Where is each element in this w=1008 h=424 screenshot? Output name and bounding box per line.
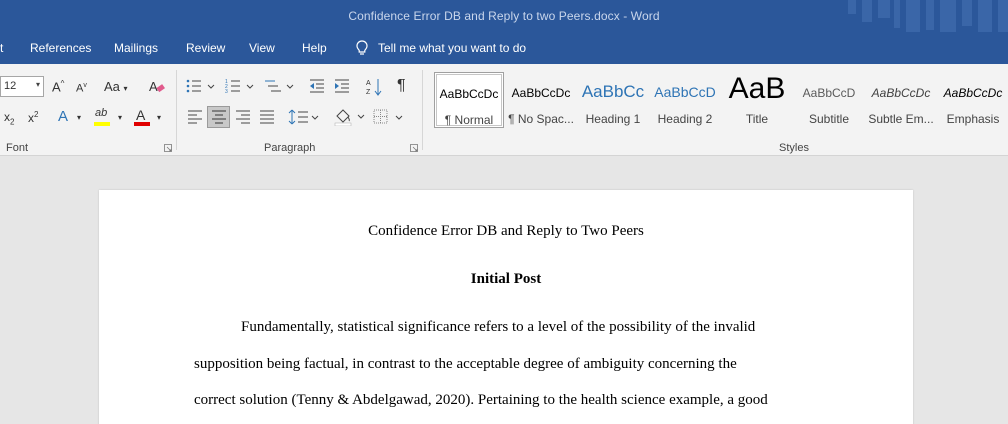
align-right-icon[interactable] (235, 110, 251, 124)
ribbon: 12 ▾ A^ Av Aa ▾ A x2 x2 A ▾ ab ▾ A ▾ Fon… (0, 64, 1008, 156)
shrink-font-icon[interactable]: Av (76, 82, 87, 95)
show-formatting-icon[interactable]: ¶ (397, 78, 406, 94)
style-subtitle[interactable]: AaBbCcD Subtitle (794, 72, 864, 128)
clear-formatting-icon[interactable]: A (148, 78, 166, 96)
shading-icon[interactable] (334, 108, 366, 126)
font-group-label: Font (6, 142, 29, 154)
change-case-icon[interactable]: Aa ▾ (104, 80, 128, 93)
document-page[interactable]: Confidence Error DB and Reply to Two Pee… (99, 190, 913, 424)
style-no-spacing[interactable]: AaBbCcDc ¶ No Spac... (506, 72, 576, 128)
style-name: ¶ No Spac... (508, 112, 574, 126)
svg-text:Z: Z (366, 89, 371, 96)
tab-references[interactable]: References (30, 41, 91, 55)
style-name: Subtitle (808, 112, 850, 126)
tab-help[interactable]: Help (302, 41, 327, 55)
align-center-button[interactable] (207, 106, 230, 128)
tell-me-box[interactable]: Tell me what you want to do (356, 40, 526, 56)
chevron-down-icon: ▾ (35, 80, 40, 89)
font-color-icon[interactable]: A (136, 108, 145, 122)
font-color-swatch (134, 122, 150, 126)
paragraph-line: supposition being factual, in contrast t… (194, 356, 737, 372)
style-sample: AaB (728, 72, 786, 105)
style-name: Title (745, 112, 769, 126)
style-subtle-emphasis[interactable]: AaBbCcDc Subtle Em... (866, 72, 936, 128)
tab-mailings[interactable]: Mailings (114, 41, 158, 55)
style-name: Subtle Em... (868, 112, 934, 126)
multilevel-list-icon[interactable] (263, 78, 295, 94)
paragraph-line: correct solution (Tenny & Abdelgawad, 20… (194, 392, 768, 408)
chevron-down-icon[interactable]: ▾ (157, 114, 161, 122)
font-size-box[interactable]: 12 ▾ (0, 76, 44, 97)
tab-review[interactable]: Review (186, 41, 225, 55)
styles-gallery: AaBbCcDc ¶ Normal AaBbCcDc ¶ No Spac... … (432, 70, 1008, 130)
align-left-icon[interactable] (187, 110, 203, 124)
document-heading: Initial Post (470, 271, 542, 287)
style-heading-2[interactable]: AaBbCcD Heading 2 (650, 72, 720, 128)
style-name: ¶ Normal (444, 113, 494, 127)
title-bar-decoration (848, 0, 1008, 36)
style-sample: AaBbCc (581, 82, 645, 101)
lightbulb-icon (356, 40, 368, 55)
style-sample: AaBbCcDc (511, 86, 571, 100)
sort-icon[interactable]: AZ (366, 78, 382, 96)
style-sample: AaBbCcD (654, 84, 716, 100)
line-spacing-icon[interactable] (288, 109, 320, 125)
superscript-icon[interactable]: x2 (28, 111, 38, 125)
svg-text:A: A (149, 79, 158, 94)
style-sample: AaBbCcDc (871, 86, 931, 100)
tell-me-label: Tell me what you want to do (378, 41, 527, 55)
dialog-launcher-icon[interactable] (410, 144, 418, 152)
grow-font-icon[interactable]: A^ (52, 80, 64, 94)
style-title[interactable]: AaB Title (722, 72, 792, 128)
ribbon-tabs: t References Mailings Review View Help T… (0, 32, 1008, 64)
text-effects-icon[interactable]: A (58, 109, 68, 124)
styles-group-label: Styles (779, 142, 809, 154)
group-separator (176, 70, 177, 150)
decrease-indent-icon[interactable] (309, 78, 325, 94)
group-separator (422, 70, 423, 150)
chevron-down-icon[interactable]: ▾ (118, 114, 122, 122)
subscript-icon[interactable]: x2 (4, 111, 14, 126)
style-heading-1[interactable]: AaBbCc Heading 1 (578, 72, 648, 128)
highlight-color-swatch (94, 122, 110, 126)
svg-text:A: A (366, 80, 371, 87)
title-bar: Confidence Error DB and Reply to two Pee… (0, 0, 1008, 36)
style-name: Emphasis (946, 112, 1000, 126)
highlight-icon[interactable]: ab (95, 108, 107, 119)
style-sample: AaBbCcDc (439, 87, 499, 101)
style-normal[interactable]: AaBbCcDc ¶ Normal (434, 72, 504, 128)
document-title: Confidence Error DB and Reply to Two Pee… (368, 223, 644, 239)
justify-icon[interactable] (259, 110, 275, 124)
numbering-icon[interactable]: 123 (225, 78, 255, 94)
tab-layout[interactable]: t (0, 41, 3, 55)
style-sample: AaBbCcDc (943, 86, 1003, 100)
style-name: Heading 1 (585, 112, 641, 126)
tab-view[interactable]: View (249, 41, 275, 55)
style-emphasis[interactable]: AaBbCcDc Emphasis (938, 72, 1008, 128)
borders-icon[interactable] (373, 109, 405, 125)
style-sample: AaBbCcD (802, 86, 856, 100)
paragraph-group-label: Paragraph (264, 142, 316, 154)
increase-indent-icon[interactable] (334, 78, 350, 94)
font-size-value: 12 (4, 80, 17, 92)
align-center-icon (212, 110, 226, 124)
paragraph-line: Fundamentally, statistical significance … (241, 319, 756, 335)
style-name: Heading 2 (657, 112, 713, 126)
bullets-icon[interactable] (186, 78, 216, 94)
chevron-down-icon[interactable]: ▾ (77, 114, 81, 122)
dialog-launcher-icon[interactable] (164, 144, 172, 152)
svg-text:3: 3 (225, 89, 228, 94)
